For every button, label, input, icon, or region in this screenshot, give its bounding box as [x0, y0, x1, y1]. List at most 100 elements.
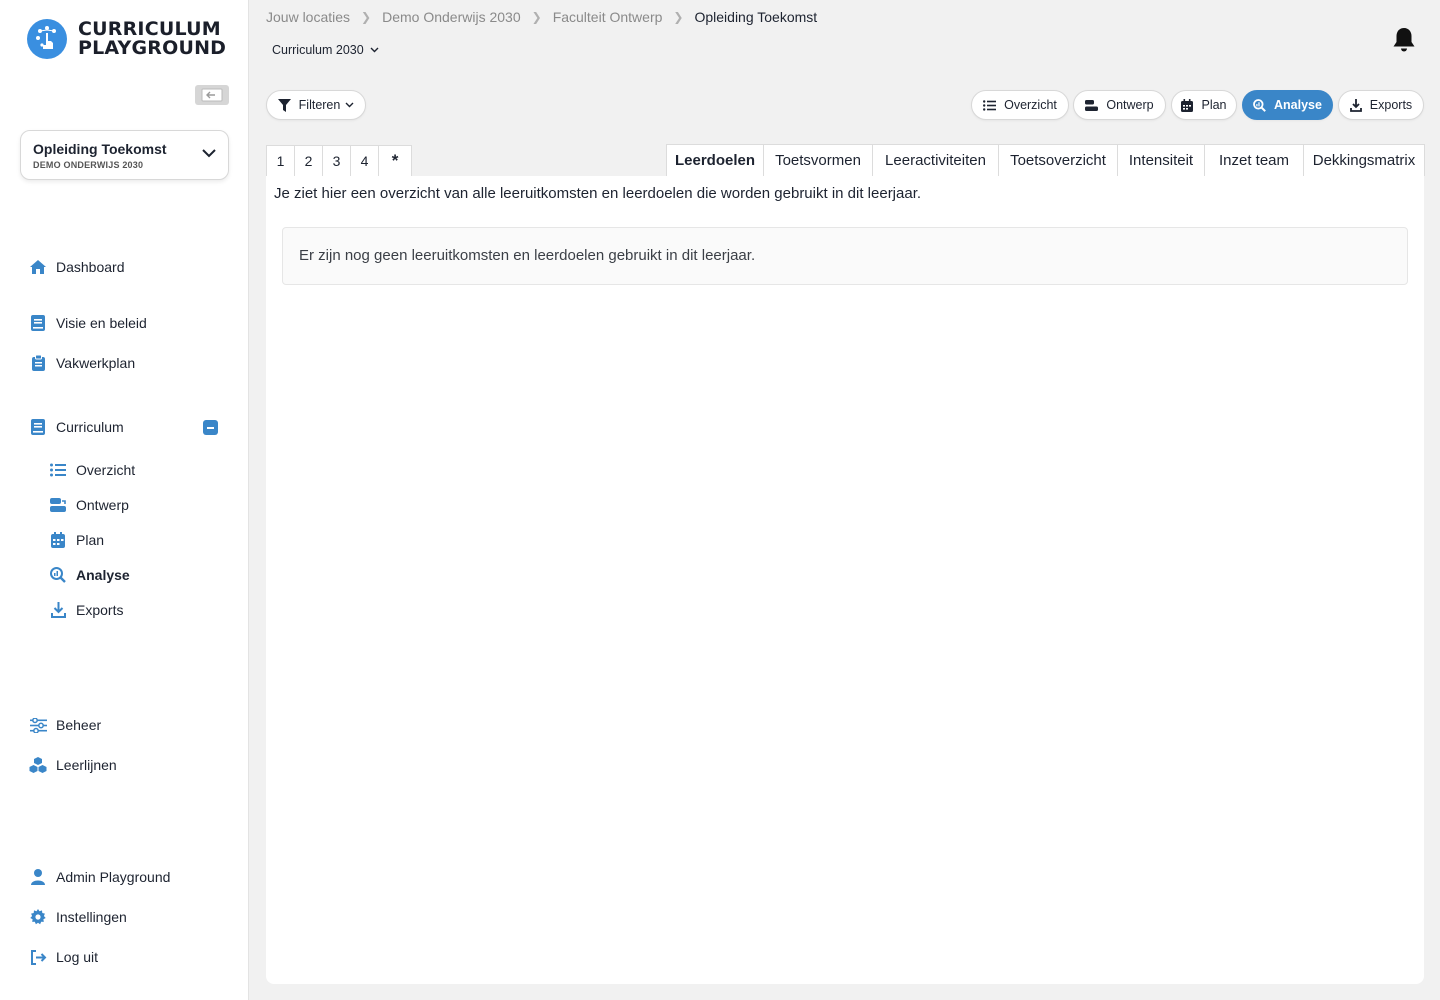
arrow-left-icon [201, 88, 223, 102]
chevron-down-icon [370, 47, 379, 53]
sub-nav-exports-label: Exports [76, 602, 124, 618]
nav-admin[interactable]: Admin Playground [28, 867, 170, 887]
breadcrumb-current: Opleiding Toekomst [694, 9, 818, 25]
view-analyse-button[interactable]: Analyse [1242, 90, 1333, 120]
nav-logout-label: Log uit [56, 949, 99, 965]
user-icon [28, 867, 48, 887]
content-panel: Je ziet hier een overzicht van alle leer… [266, 176, 1424, 984]
content-description: Je ziet hier een overzicht van alle leer… [274, 185, 922, 202]
tab-leerdoelen[interactable]: Leerdoelen [666, 144, 764, 176]
sub-nav-overzicht[interactable]: Overzicht [49, 460, 135, 480]
nav-leerlijnen[interactable]: Leerlijnen [28, 755, 117, 775]
sub-nav-ontwerp[interactable]: Ontwerp [49, 495, 129, 515]
chevron-right-icon: ❯ [531, 10, 542, 24]
calendar-icon [49, 531, 67, 549]
cubes-icon [28, 755, 48, 775]
nav-dashboard-label: Dashboard [56, 259, 125, 275]
nav-admin-label: Admin Playground [56, 869, 171, 885]
sidebar: CURRICULUM PLAYGROUND Opleiding Toekomst… [0, 0, 249, 1000]
program-title: Opleiding Toekomst [33, 141, 167, 157]
tab-inzet-team[interactable]: Inzet team [1204, 144, 1304, 176]
download-icon [1349, 98, 1362, 112]
view-exports-button[interactable]: Exports [1338, 90, 1424, 120]
view-exports-label: Exports [1369, 98, 1413, 112]
brand-logo[interactable]: CURRICULUM PLAYGROUND [27, 19, 226, 59]
sliders-icon [28, 715, 48, 735]
nav-beheer-label: Beheer [56, 717, 102, 733]
chevron-down-icon [202, 149, 216, 158]
sub-nav-plan[interactable]: Plan [49, 530, 104, 550]
sub-nav-plan-label: Plan [76, 532, 105, 548]
nav-instellingen[interactable]: Instellingen [28, 907, 127, 927]
sub-nav-exports[interactable]: Exports [49, 600, 123, 620]
book-icon [28, 417, 48, 437]
program-selector[interactable]: Opleiding Toekomst DEMO ONDERWIJS 2030 [20, 130, 229, 180]
nav-vakwerkplan[interactable]: Vakwerkplan [28, 353, 135, 373]
breadcrumb-item[interactable]: Jouw locaties [266, 9, 350, 25]
notifications-button[interactable] [1392, 27, 1416, 58]
chevron-right-icon: ❯ [361, 10, 372, 24]
sub-nav-ontwerp-label: Ontwerp [76, 497, 129, 513]
filter-button[interactable]: Filteren [266, 90, 366, 120]
program-subtitle: DEMO ONDERWIJS 2030 [33, 160, 144, 170]
nav-visie[interactable]: Visie en beleid [28, 313, 147, 333]
search-chart-icon [49, 566, 67, 584]
clipboard-icon [28, 353, 48, 373]
nav-logout[interactable]: Log uit [28, 947, 98, 967]
tab-dekkingsmatrix[interactable]: Dekkingsmatrix [1303, 144, 1425, 176]
tab-toetsoverzicht[interactable]: Toetsoverzicht [998, 144, 1118, 176]
logo-icon [27, 19, 67, 59]
breadcrumb-item[interactable]: Demo Onderwijs 2030 [382, 9, 521, 25]
view-overzicht-label: Overzicht [1004, 98, 1057, 112]
list-icon [49, 461, 67, 479]
collapse-curriculum-button[interactable] [203, 420, 218, 435]
filter-button-label: Filteren [298, 98, 341, 112]
year-tabs: 1 2 3 4 * [266, 145, 412, 176]
year-tab-4[interactable]: 4 [350, 145, 379, 176]
nav-leerlijnen-label: Leerlijnen [56, 757, 117, 773]
year-tab-3[interactable]: 3 [322, 145, 351, 176]
curriculum-select-value: Curriculum 2030 [272, 43, 364, 57]
tab-toetsvormen[interactable]: Toetsvormen [763, 144, 873, 176]
view-analyse-label: Analyse [1274, 98, 1322, 112]
tab-intensiteit[interactable]: Intensiteit [1117, 144, 1205, 176]
nav-beheer[interactable]: Beheer [28, 715, 101, 735]
minus-icon [207, 426, 214, 429]
year-tab-2[interactable]: 2 [294, 145, 323, 176]
tab-leeractiviteiten[interactable]: Leeractiviteiten [872, 144, 999, 176]
sub-nav-analyse[interactable]: Analyse [49, 565, 130, 585]
view-ontwerp-label: Ontwerp [1106, 98, 1154, 112]
nav-dashboard[interactable]: Dashboard [28, 257, 125, 277]
nav-visie-label: Visie en beleid [56, 315, 147, 331]
view-ontwerp-button[interactable]: Ontwerp [1073, 90, 1166, 120]
chevron-right-icon: ❯ [673, 10, 684, 24]
brand-name: CURRICULUM PLAYGROUND [78, 18, 227, 59]
logout-icon [28, 947, 48, 967]
sub-nav-overzicht-label: Overzicht [76, 462, 136, 478]
view-plan-button[interactable]: Plan [1171, 90, 1237, 120]
bell-icon [1393, 28, 1415, 52]
nav-curriculum[interactable]: Curriculum [28, 417, 124, 437]
view-overzicht-button[interactable]: Overzicht [971, 90, 1069, 120]
download-icon [49, 601, 67, 619]
analysis-tabs: Leerdoelen Toetsvormen Leeractiviteiten … [666, 144, 1425, 176]
curriculum-select[interactable]: Curriculum 2030 [272, 43, 379, 57]
breadcrumb-item[interactable]: Faculteit Ontwerp [553, 9, 663, 25]
empty-state: Er zijn nog geen leeruitkomsten en leerd… [282, 227, 1408, 285]
search-chart-icon [1253, 98, 1266, 112]
book-icon [28, 313, 48, 333]
breadcrumb: Jouw locaties ❯ Demo Onderwijs 2030 ❯ Fa… [266, 9, 817, 25]
list-icon [983, 99, 997, 111]
design-icon [1085, 99, 1099, 111]
filter-icon [277, 98, 291, 112]
design-icon [49, 496, 67, 514]
year-tab-all[interactable]: * [378, 145, 412, 176]
empty-state-message: Er zijn nog geen leeruitkomsten en leerd… [299, 247, 756, 264]
chevron-down-icon [345, 102, 354, 108]
gear-icon [28, 907, 48, 927]
nav-vakwerkplan-label: Vakwerkplan [56, 355, 136, 371]
nav-curriculum-label: Curriculum [56, 419, 124, 435]
sub-nav-analyse-label: Analyse [76, 567, 130, 583]
year-tab-1[interactable]: 1 [266, 145, 295, 176]
collapse-sidebar-button[interactable] [195, 85, 229, 105]
